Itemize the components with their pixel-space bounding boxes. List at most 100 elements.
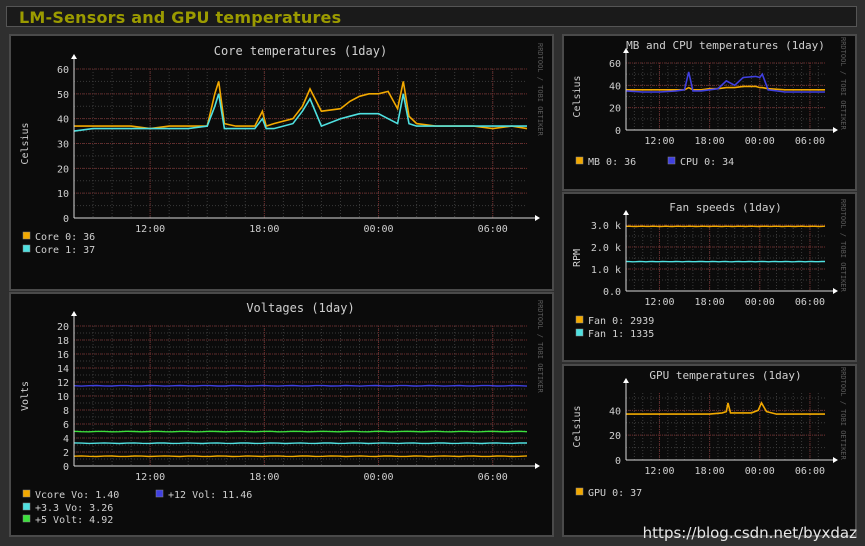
legend-swatch (22, 489, 31, 498)
legend-label: MB 0: 36 (588, 157, 636, 168)
chart-title: Core temperatures (1day) (214, 44, 387, 58)
graph-fan-speeds[interactable]: Fan speeds (1day) RPM RRDTOOL / TOBI OETIK… (562, 192, 857, 362)
x-tick-label: 12:00 (644, 136, 674, 147)
y-tick-label: 14 (57, 364, 69, 375)
x-axis-arrow (535, 215, 540, 221)
y-tick-label: 10 (57, 392, 69, 403)
y-tick-label: 0 (63, 214, 69, 225)
x-tick-label: 06:00 (795, 136, 825, 147)
legend-label: Core 0: 36 (35, 232, 95, 243)
legend-label: Vcore Vo: 1.40 (35, 490, 119, 501)
graph-voltages[interactable]: Voltages (1day) Volts RRDTOOL / TOBI OETIK… (9, 292, 554, 537)
x-tick-label: 12:00 (644, 466, 674, 477)
y-tick-label: 18 (57, 336, 69, 347)
side-credit: RRDTOOL / TOBI OETIKER (536, 43, 544, 137)
y-tick-label: 10 (57, 189, 69, 200)
y-tick-label: 8 (63, 406, 69, 417)
y-tick-label: 40 (609, 81, 621, 92)
chart-title: MB and CPU temperatures (1day) (626, 39, 825, 52)
x-tick-label: 12:00 (135, 472, 165, 483)
legend-swatch (22, 514, 31, 523)
watermark: https://blog.csdn.net/byxdaz (642, 524, 857, 542)
series-line-1 (73, 93, 527, 132)
x-tick-label: 12:00 (644, 297, 674, 308)
chart-core: Core temperatures (1day) Celsius RRDTOOL /… (20, 43, 544, 256)
y-axis-arrow (623, 378, 629, 383)
x-tick-label: 18:00 (695, 297, 725, 308)
y-tick-label: 12 (57, 378, 69, 389)
legend-label: Core 1: 37 (35, 245, 95, 256)
x-tick-label: 00:00 (363, 472, 393, 483)
chart-fan: Fan speeds (1day) RPM RRDTOOL / TOBI OETIK… (572, 199, 847, 340)
series-line-0 (626, 85, 825, 91)
legend-swatch (22, 244, 31, 253)
y-tick-label: 3.0 k (591, 221, 621, 232)
y-axis-label: Celsius (20, 122, 31, 164)
x-tick-label: 00:00 (745, 297, 775, 308)
side-credit: RRDTOOL / TOBI OETIKER (536, 300, 544, 394)
series-line-2 (73, 430, 528, 433)
graph-core-temperatures[interactable]: Core temperatures (1day) Celsius RRDTOOL /… (9, 34, 554, 291)
x-tick-label: 06:00 (478, 472, 508, 483)
title-bar: LM-Sensors and GPU temperatures (6, 6, 857, 27)
y-axis-arrow (623, 210, 629, 215)
series-line-3 (73, 384, 528, 387)
legend-swatch (667, 156, 676, 165)
y-tick-label: 16 (57, 350, 69, 361)
graph-mb-cpu-temperatures[interactable]: MB and CPU temperatures (1day) Celsius RRD… (562, 34, 857, 191)
chart-volt: Voltages (1day) Volts RRDTOOL / TOBI OETIK… (20, 300, 544, 526)
legend-swatch (155, 489, 164, 498)
legend-label: +3.3 Vo: 3.26 (35, 503, 113, 514)
y-tick-label: 4 (63, 434, 69, 445)
y-tick-label: 40 (609, 406, 621, 417)
page-title: LM-Sensors and GPU temperatures (19, 8, 342, 27)
y-tick-label: 30 (57, 140, 69, 151)
y-tick-label: 50 (57, 90, 69, 101)
legend-label: CPU 0: 34 (680, 157, 734, 168)
legend-swatch (575, 156, 584, 165)
x-tick-label: 18:00 (249, 472, 279, 483)
legend-label: Fan 1: 1335 (588, 329, 654, 340)
graph-gpu-temperatures[interactable]: GPU temperatures (1day) Celsius RRDTOOL / … (562, 364, 857, 537)
legend-label: +12 Vol: 11.46 (168, 490, 252, 501)
y-tick-label: 20 (609, 104, 621, 115)
y-tick-label: 2 (63, 448, 69, 459)
y-axis-arrow (71, 54, 77, 59)
y-tick-label: 1.0 k (591, 265, 621, 276)
y-axis-label: Celsius (572, 75, 583, 117)
legend-label: Fan 0: 2939 (588, 316, 654, 327)
chart-title: Fan speeds (1day) (669, 201, 782, 214)
x-tick-label: 18:00 (695, 466, 725, 477)
side-credit: RRDTOOL / TOBI OETIKER (839, 199, 847, 293)
x-tick-label: 18:00 (249, 224, 279, 235)
x-tick-label: 18:00 (695, 136, 725, 147)
x-tick-label: 12:00 (135, 224, 165, 235)
y-tick-label: 2.0 k (591, 243, 621, 254)
side-credit: RRDTOOL / TOBI OETIKER (839, 367, 847, 461)
dashboard: LM-Sensors and GPU temperatures Core tem… (0, 0, 865, 546)
y-tick-label: 60 (609, 59, 621, 70)
series-line-0 (73, 455, 528, 458)
chart-mbcpu: MB and CPU temperatures (1day) Celsius RRD… (572, 37, 847, 168)
x-axis-arrow (833, 457, 838, 463)
side-credit: RRDTOOL / TOBI OETIKER (839, 37, 847, 131)
y-tick-label: 60 (57, 65, 69, 76)
x-axis-arrow (833, 127, 838, 133)
y-axis-label: Celsius (572, 405, 583, 447)
x-axis-arrow (833, 288, 838, 294)
x-tick-label: 00:00 (745, 136, 775, 147)
series-line-0 (626, 401, 825, 415)
y-tick-label: 0 (615, 126, 621, 137)
y-tick-label: 0.0 (603, 287, 621, 298)
legend-label: +5 Volt: 4.92 (35, 515, 113, 526)
series-line-0 (74, 81, 528, 130)
y-axis-label: Volts (20, 381, 31, 411)
y-axis-arrow (71, 311, 77, 316)
y-tick-label: 0 (615, 456, 621, 467)
series-line-1 (73, 442, 527, 445)
chart-gpu: GPU temperatures (1day) Celsius RRDTOOL / … (572, 367, 847, 499)
legend-swatch (22, 502, 31, 511)
y-tick-label: 0 (63, 462, 69, 473)
legend-swatch (22, 231, 31, 240)
y-tick-label: 20 (57, 164, 69, 175)
